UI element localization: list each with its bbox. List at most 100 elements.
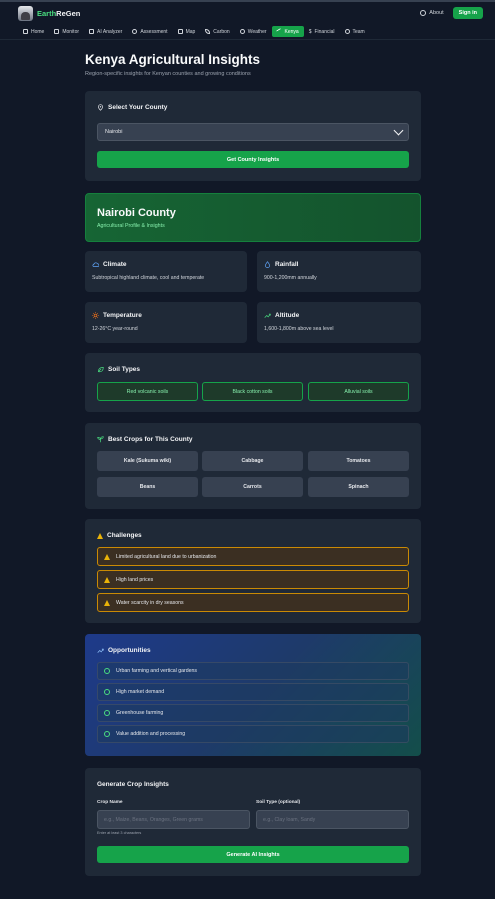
logo[interactable]: EarthReGen (18, 5, 81, 21)
warning-icon (104, 599, 110, 606)
nav-map[interactable]: Map (173, 26, 201, 37)
opportunity-item: High market demand (97, 683, 409, 701)
home-icon (23, 29, 28, 34)
nav-weather[interactable]: Weather (235, 26, 272, 37)
nav-home[interactable]: Home (18, 26, 49, 37)
soil-type-pill: Black cotton soils (202, 382, 303, 401)
main-nav: Home Monitor AI Analyzer Assessment Map … (0, 24, 495, 40)
chart-icon (54, 29, 60, 34)
dollar-icon: $ (308, 28, 312, 35)
rainfall-label: Rainfall (275, 261, 299, 268)
soil-types-title: Soil Types (108, 366, 141, 373)
county-select-card: Select Your County Nairobi Get County In… (85, 91, 421, 181)
generate-ai-insights-button[interactable]: Generate AI Insights (97, 846, 409, 863)
about-link[interactable]: About (420, 10, 444, 16)
challenges-title: Challenges (107, 532, 142, 539)
best-crops-card: Best Crops for This County Kale (Sukuma … (85, 423, 421, 509)
warning-icon (97, 532, 103, 539)
altitude-value: 1,600-1,800m above sea level (264, 326, 334, 332)
check-circle-icon (104, 689, 110, 695)
crop-name-input[interactable]: e.g., Maize, Beans, Oranges, Green grams (97, 810, 250, 829)
crop-name-label: Crop Name (97, 800, 123, 805)
opportunity-text: Greenhouse farming (116, 710, 164, 716)
logo-icon (18, 5, 33, 21)
trending-up-icon (264, 313, 271, 318)
droplet-icon (265, 261, 270, 268)
info-icon (420, 10, 427, 16)
challenge-item: Water scarcity in dry seasons (97, 593, 409, 612)
temperature-label: Temperature (103, 312, 142, 319)
check-circle-icon (104, 731, 110, 737)
opportunities-card: Opportunities Urban farming and vertical… (85, 634, 421, 756)
get-county-insights-button[interactable]: Get County Insights (97, 151, 409, 168)
nav-team[interactable]: Team (340, 26, 370, 37)
nav-carbon[interactable]: Carbon (200, 26, 234, 37)
county-name: Nairobi County (97, 207, 176, 219)
climate-card: Climate Subtropical highland climate, co… (85, 251, 247, 292)
soil-types-card: Soil Types Red volcanic soils Black cott… (85, 353, 421, 412)
challenge-text: Limited agricultural land due to urbaniz… (116, 553, 217, 560)
opportunity-item: Urban farming and vertical gardens (97, 662, 409, 680)
soil-type-pill: Red volcanic soils (97, 382, 198, 401)
nav-ai-analyzer[interactable]: AI Analyzer (84, 26, 127, 37)
soil-type-input[interactable]: e.g., Clay loam, Sandy (256, 810, 409, 829)
soil-type-label: Soil Type (optional) (256, 800, 301, 805)
crop-pill: Cabbage (202, 451, 303, 471)
challenge-text: High land prices (116, 576, 154, 583)
challenge-item: Limited agricultural land due to urbaniz… (97, 547, 409, 566)
brand-name: EarthReGen (37, 8, 81, 18)
trend-icon (275, 28, 283, 35)
challenge-text: Water scarcity in dry seasons (116, 599, 184, 606)
temperature-value: 12-26°C year-round (92, 326, 138, 332)
crop-pill: Carrots (202, 477, 303, 497)
challenges-card: Challenges Limited agricultural land due… (85, 519, 421, 623)
crop-pill: Spinach (308, 477, 409, 497)
cloud-icon (92, 262, 99, 267)
county-hero: Nairobi County Agricultural Profile & In… (85, 193, 421, 242)
crop-pill: Tomatoes (308, 451, 409, 471)
warning-icon (104, 576, 110, 583)
check-circle-icon (132, 29, 138, 34)
rainfall-card: Rainfall 900-1,200mm annually (257, 251, 421, 292)
opportunity-text: Urban farming and vertical gardens (116, 668, 198, 674)
users-icon (344, 29, 350, 34)
chevron-down-icon (393, 125, 404, 136)
warning-icon (104, 553, 110, 560)
county-select-title: Select Your County (108, 104, 168, 111)
trending-up-icon (97, 648, 104, 653)
opportunity-text: Value addition and processing (116, 731, 186, 737)
nav-monitor[interactable]: Monitor (49, 26, 84, 37)
sparkle-icon (89, 29, 95, 34)
county-subtitle: Agricultural Profile & Insights (97, 223, 165, 229)
nav-kenya[interactable]: Kenya (271, 26, 304, 37)
check-circle-icon (104, 710, 110, 716)
leaf-icon (205, 29, 211, 34)
crop-name-hint: Enter at least 3 characters (97, 831, 142, 835)
sign-in-button[interactable]: Sign in (452, 7, 483, 19)
check-circle-icon (104, 668, 110, 674)
opportunity-item: Greenhouse farming (97, 704, 409, 722)
county-dropdown[interactable]: Nairobi (97, 123, 409, 141)
climate-value: Subtropical highland climate, cool and t… (92, 275, 205, 281)
leaf-icon (98, 367, 104, 373)
opportunity-text: High market demand (116, 689, 165, 695)
challenge-item: High land prices (97, 570, 409, 589)
sprout-icon (97, 436, 104, 443)
opportunities-title: Opportunities (108, 647, 151, 654)
map-icon (177, 29, 183, 34)
cloud-icon (239, 29, 245, 34)
page-subtitle: Region-specific insights for Kenyan coun… (85, 71, 251, 77)
county-dropdown-value: Nairobi (105, 129, 123, 135)
generate-title: Generate Crop Insights (97, 781, 169, 788)
crop-pill: Kale (Sukuma wiki) (97, 451, 198, 471)
rainfall-value: 900-1,200mm annually (264, 275, 317, 281)
generate-insights-card: Generate Crop Insights Crop Name Soil Ty… (85, 768, 421, 876)
page-title: Kenya Agricultural Insights (85, 52, 261, 67)
nav-assessment[interactable]: Assessment (127, 26, 172, 37)
altitude-label: Altitude (275, 312, 300, 319)
map-pin-icon (98, 104, 103, 111)
nav-financial[interactable]: $ Financial (304, 26, 340, 37)
climate-label: Climate (103, 261, 127, 268)
best-crops-title: Best Crops for This County (108, 436, 193, 443)
sun-icon (92, 312, 99, 319)
